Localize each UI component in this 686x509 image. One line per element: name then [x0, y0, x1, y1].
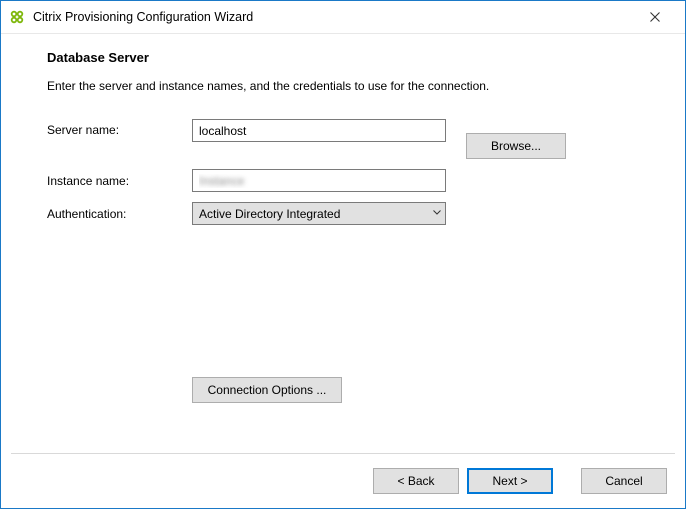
- window-title: Citrix Provisioning Configuration Wizard: [33, 10, 633, 24]
- authentication-label: Authentication:: [47, 207, 192, 221]
- page-subtext: Enter the server and instance names, and…: [47, 79, 649, 93]
- next-button[interactable]: Next >: [467, 468, 553, 494]
- back-button[interactable]: < Back: [373, 468, 459, 494]
- instance-name-label: Instance name:: [47, 174, 192, 188]
- server-name-input[interactable]: [192, 119, 446, 142]
- chevron-down-icon: [433, 208, 441, 219]
- wizard-window: Citrix Provisioning Configuration Wizard…: [0, 0, 686, 509]
- connection-options-button[interactable]: Connection Options ...: [192, 377, 342, 403]
- page-heading: Database Server: [47, 50, 649, 65]
- authentication-value: Active Directory Integrated: [199, 207, 340, 221]
- wizard-footer: < Back Next > Cancel: [373, 468, 667, 494]
- separator: [11, 453, 675, 454]
- server-name-label: Server name:: [47, 119, 192, 137]
- cancel-button[interactable]: Cancel: [581, 468, 667, 494]
- close-icon: [650, 12, 660, 22]
- titlebar: Citrix Provisioning Configuration Wizard: [1, 1, 685, 34]
- app-icon: [9, 9, 25, 25]
- close-button[interactable]: [633, 2, 677, 32]
- browse-button[interactable]: Browse...: [466, 133, 566, 159]
- authentication-select[interactable]: Active Directory Integrated: [192, 202, 446, 225]
- wizard-content: Database Server Enter the server and ins…: [1, 34, 685, 508]
- instance-name-input[interactable]: [192, 169, 446, 192]
